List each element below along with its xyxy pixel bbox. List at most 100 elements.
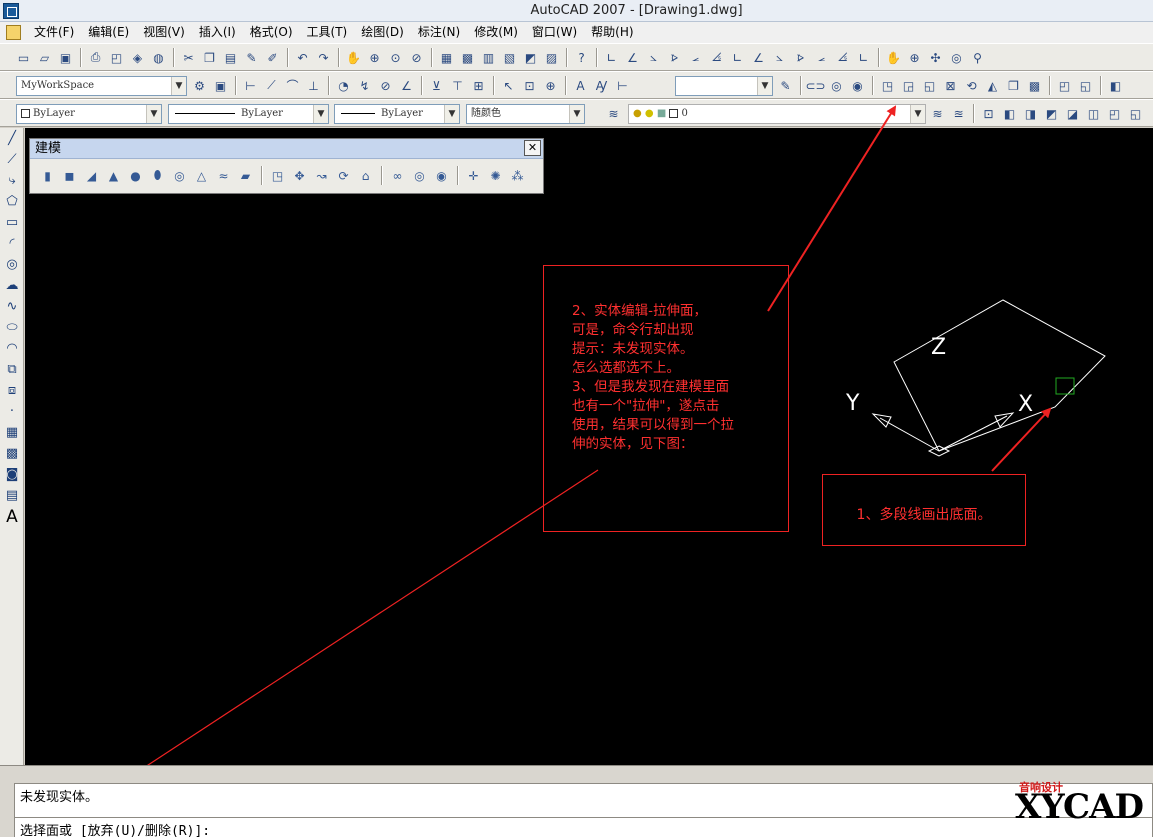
taper-faces-icon[interactable]: ◭	[983, 76, 1002, 95]
menu-format[interactable]: 格式(O)	[243, 22, 300, 43]
chevron-down-icon[interactable]: ▼	[910, 105, 925, 123]
revolve-icon[interactable]: ⟳	[334, 166, 353, 185]
3d-rotate-icon[interactable]: ✺	[486, 166, 505, 185]
menu-modify[interactable]: 修改(M)	[467, 22, 525, 43]
hatch-icon[interactable]: ▦	[1, 422, 23, 443]
calculator-icon[interactable]: ▨	[542, 48, 561, 67]
orbit-icon[interactable]: ✣	[926, 48, 945, 67]
copy-edges-icon[interactable]: ◰	[1055, 76, 1074, 95]
menu-dimension[interactable]: 标注(N)	[411, 22, 467, 43]
menu-view[interactable]: 视图(V)	[136, 22, 192, 43]
print-preview-icon[interactable]: ◰	[107, 48, 126, 67]
chevron-down-icon[interactable]: ▼	[171, 77, 186, 95]
chevron-down-icon[interactable]: ▼	[146, 105, 161, 123]
quick-dim-icon[interactable]: ⊻	[427, 76, 446, 95]
make-block-icon[interactable]: ⧈	[1, 380, 23, 401]
match-properties-icon[interactable]: ✎	[242, 48, 261, 67]
orbit-pan-icon[interactable]: ✋	[884, 48, 903, 67]
offset-faces-icon[interactable]: ◱	[920, 76, 939, 95]
publish-icon[interactable]: ◈	[128, 48, 147, 67]
insert-block-icon[interactable]: ⧉	[1, 359, 23, 380]
help-icon[interactable]: ?	[572, 48, 591, 67]
free-orbit-icon[interactable]: ◎	[947, 48, 966, 67]
3d-move-icon[interactable]: ✛	[464, 166, 483, 185]
ucs-origin-icon[interactable]: ∟	[728, 48, 747, 67]
box-icon[interactable]: ◼	[60, 166, 79, 185]
ucs-zaxis-icon[interactable]: ∠	[749, 48, 768, 67]
dim-jogged-icon[interactable]: ↯	[355, 76, 374, 95]
pan-icon[interactable]: ✋	[344, 48, 363, 67]
ucs-object-icon[interactable]: ⦟	[686, 48, 705, 67]
menu-draw[interactable]: 绘图(D)	[354, 22, 411, 43]
ucs-world-icon[interactable]: ∠	[623, 48, 642, 67]
ucs-y-icon[interactable]: ⦟	[812, 48, 831, 67]
arc-icon[interactable]: ◜	[1, 233, 23, 254]
wedge-icon[interactable]: ◢	[82, 166, 101, 185]
construction-line-icon[interactable]: ⟋	[1, 149, 23, 170]
print-icon[interactable]: ⎙	[86, 48, 105, 67]
dim-radius-icon[interactable]: ◔	[334, 76, 353, 95]
ucs-face-icon[interactable]: ⦠	[665, 48, 684, 67]
menu-help[interactable]: 帮助(H)	[584, 22, 640, 43]
revision-cloud-icon[interactable]: ☁	[1, 275, 23, 296]
walk-icon[interactable]: ⚲	[968, 48, 987, 67]
ucs-x-icon[interactable]: ⦠	[791, 48, 810, 67]
zoom-realtime-icon[interactable]: ⊕	[365, 48, 384, 67]
bottom-view-icon[interactable]: ◨	[1021, 104, 1040, 123]
properties-icon[interactable]: ▦	[437, 48, 456, 67]
presspull-icon[interactable]: ✥	[290, 166, 309, 185]
grip-marker[interactable]	[1055, 377, 1075, 395]
torus-icon[interactable]: ◎	[170, 166, 189, 185]
workspace-save-icon[interactable]: ▣	[211, 76, 230, 95]
layer-manager-icon[interactable]: ≋	[604, 104, 623, 123]
region-icon[interactable]: ◙	[1, 464, 23, 485]
leader-icon[interactable]: ↖	[499, 76, 518, 95]
workspace-dropdown[interactable]: MyWorkSpace ▼	[16, 76, 187, 96]
point-icon[interactable]: ·	[1, 401, 23, 422]
workspace-settings-icon[interactable]: ⚙	[190, 76, 209, 95]
menu-insert[interactable]: 插入(I)	[192, 22, 243, 43]
multiline-text-icon[interactable]: A	[1, 506, 23, 527]
design-center-icon[interactable]: ▩	[458, 48, 477, 67]
gradient-icon[interactable]: ▩	[1, 443, 23, 464]
dim-baseline-icon[interactable]: ⊤	[448, 76, 467, 95]
polysolid-icon[interactable]: ▮	[38, 166, 57, 185]
extrude-icon[interactable]: ◳	[268, 166, 287, 185]
intersect-icon[interactable]: ◉	[848, 76, 867, 95]
dim-angular-icon[interactable]: ∠	[397, 76, 416, 95]
dim-style-icon[interactable]: ✎	[776, 76, 795, 95]
imprint-icon[interactable]: ◧	[1106, 76, 1125, 95]
union-icon[interactable]: ⊂⊃	[805, 76, 825, 95]
pyramid-icon[interactable]: △	[192, 166, 211, 185]
line-icon[interactable]: ╱	[1, 128, 23, 149]
cylinder-icon[interactable]: ⬮	[148, 166, 167, 185]
menu-file[interactable]: 文件(F)	[27, 22, 81, 43]
layer-dropdown[interactable]: ● ● ■ 0 ▼	[628, 104, 926, 124]
layer-previous-icon[interactable]: ≊	[949, 104, 968, 123]
cut-icon[interactable]: ✂	[179, 48, 198, 67]
rectangle-icon[interactable]: ▭	[1, 212, 23, 233]
dim-style-dropdown[interactable]: ▼	[675, 76, 773, 96]
dim-arc-icon[interactable]: ⌒	[283, 76, 302, 95]
union-icon[interactable]: ∞	[388, 166, 407, 185]
tolerance-icon[interactable]: ⊡	[520, 76, 539, 95]
named-views-icon[interactable]: ⊡	[979, 104, 998, 123]
dim-ordinate-icon[interactable]: ⊥	[304, 76, 323, 95]
ucs-view-icon[interactable]: ⦞	[707, 48, 726, 67]
copy-faces-icon[interactable]: ❐	[1004, 76, 1023, 95]
close-icon[interactable]: ✕	[524, 140, 541, 156]
new-file-icon[interactable]: ▭	[14, 48, 33, 67]
menu-window[interactable]: 窗口(W)	[525, 22, 584, 43]
right-view-icon[interactable]: ◪	[1063, 104, 1082, 123]
chevron-down-icon[interactable]: ▼	[313, 105, 328, 123]
tool-palettes-icon[interactable]: ▥	[479, 48, 498, 67]
polyline-icon[interactable]: ⤷	[1, 170, 23, 191]
lineweight-dropdown[interactable]: ByLayer ▼	[334, 104, 460, 124]
dim-aligned-icon[interactable]: ⟋	[262, 76, 281, 95]
ucs-3point-icon[interactable]: ⦣	[770, 48, 789, 67]
intersect-icon[interactable]: ◉	[432, 166, 451, 185]
circle-icon[interactable]: ◎	[1, 254, 23, 275]
menu-tools[interactable]: 工具(T)	[300, 22, 355, 43]
polyline-base[interactable]	[893, 299, 1106, 452]
dim-edit-icon[interactable]: A	[571, 76, 590, 95]
